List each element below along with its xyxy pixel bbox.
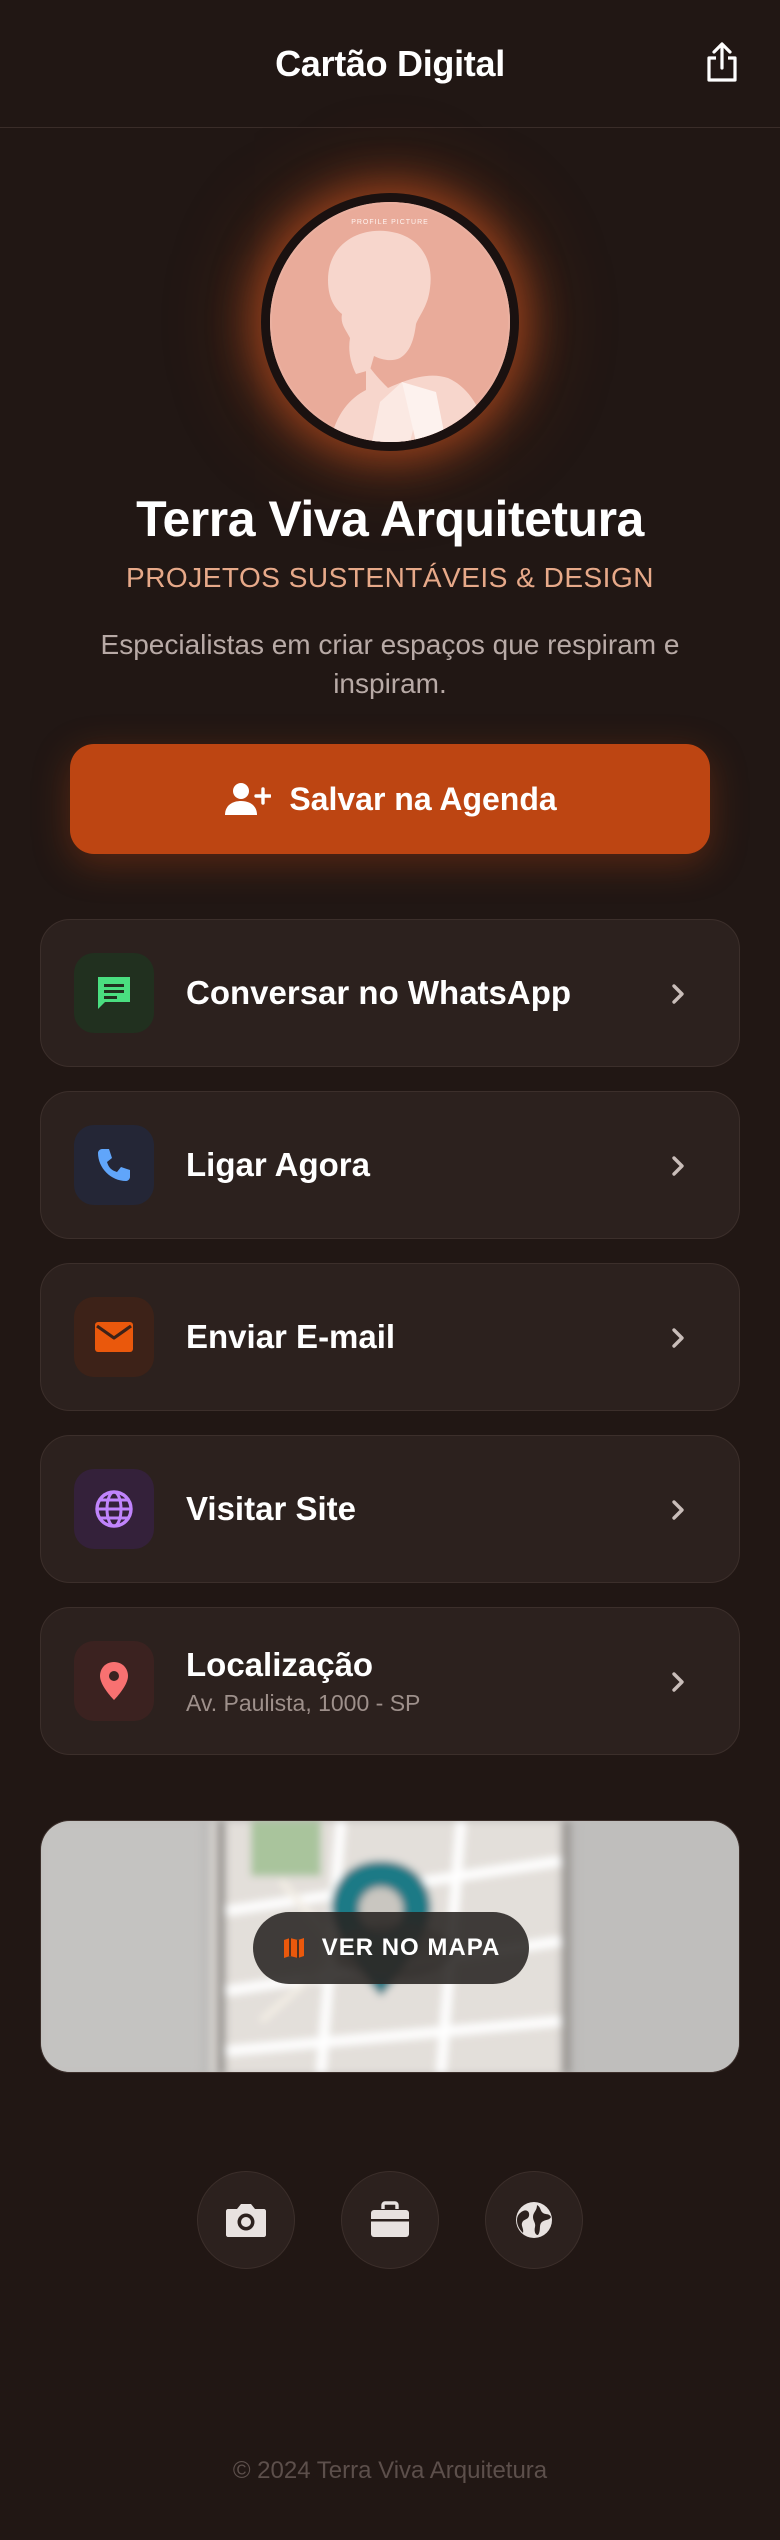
website-action[interactable]: Visitar Site	[40, 1435, 740, 1583]
chevron-right-icon	[661, 1149, 695, 1183]
chevron-right-icon	[661, 1665, 695, 1699]
website-label: Visitar Site	[186, 1490, 356, 1527]
chat-icon	[98, 977, 130, 1009]
website-icon-tile	[74, 1469, 154, 1549]
avatar-ring: PROFILE PICTURE	[261, 193, 519, 451]
whatsapp-action[interactable]: Conversar no WhatsApp	[40, 919, 740, 1067]
location-pin-icon	[100, 1662, 128, 1700]
view-on-map-button[interactable]: VER NO MAPA	[253, 1912, 529, 1984]
map-preview[interactable]: VER NO MAPA	[40, 1820, 740, 2073]
share-button[interactable]	[698, 38, 746, 86]
footer-copyright: © 2024 Terra Viva Arquitetura	[232, 2457, 548, 2484]
call-label: Ligar Agora	[186, 1146, 370, 1183]
globe-icon	[95, 1490, 133, 1528]
avatar: PROFILE PICTURE	[270, 202, 510, 442]
email-action[interactable]: Enviar E-mail	[40, 1263, 740, 1411]
share-icon	[707, 42, 737, 82]
location-label: Localização	[186, 1645, 374, 1683]
location-action[interactable]: Localização Av. Paulista, 1000 - SP	[40, 1607, 740, 1755]
save-contact-label: Salvar na Agenda	[289, 780, 557, 817]
camera-icon	[226, 2204, 266, 2237]
chevron-right-icon	[661, 977, 695, 1011]
profile-silhouette-image: PROFILE PICTURE	[270, 202, 510, 442]
map-icon	[283, 1938, 304, 1958]
globe-icon	[516, 2202, 552, 2238]
business-name: Terra Viva Arquitetura	[136, 491, 644, 547]
call-icon-tile	[74, 1125, 154, 1205]
mail-icon	[95, 1322, 133, 1352]
whatsapp-icon-tile	[74, 953, 154, 1033]
email-icon-tile	[74, 1297, 154, 1377]
avatar-caption: PROFILE PICTURE	[351, 219, 429, 226]
location-address: Av. Paulista, 1000 - SP	[186, 1689, 421, 1716]
instagram-button[interactable]	[197, 2171, 295, 2269]
person-add-icon	[225, 783, 272, 815]
business-tagline: PROJETOS SUSTENTÁVEIS & DESIGN	[126, 562, 654, 593]
chevron-right-icon	[661, 1321, 695, 1355]
app-header: Cartão Digital	[0, 0, 780, 128]
business-description: Especialistas em criar espaços que respi…	[100, 629, 680, 699]
call-action[interactable]: Ligar Agora	[40, 1091, 740, 1239]
phone-icon	[98, 1149, 130, 1181]
save-contact-button[interactable]: Salvar na Agenda	[70, 744, 710, 854]
view-on-map-label: VER NO MAPA	[321, 1934, 501, 1961]
chevron-right-icon	[661, 1493, 695, 1527]
location-icon-tile	[74, 1641, 154, 1721]
email-label: Enviar E-mail	[186, 1318, 396, 1355]
page-title: Cartão Digital	[275, 42, 505, 84]
linkedin-button[interactable]	[341, 2171, 439, 2269]
briefcase-icon	[371, 2201, 409, 2237]
whatsapp-label: Conversar no WhatsApp	[186, 974, 572, 1011]
website-social-button[interactable]	[485, 2171, 583, 2269]
